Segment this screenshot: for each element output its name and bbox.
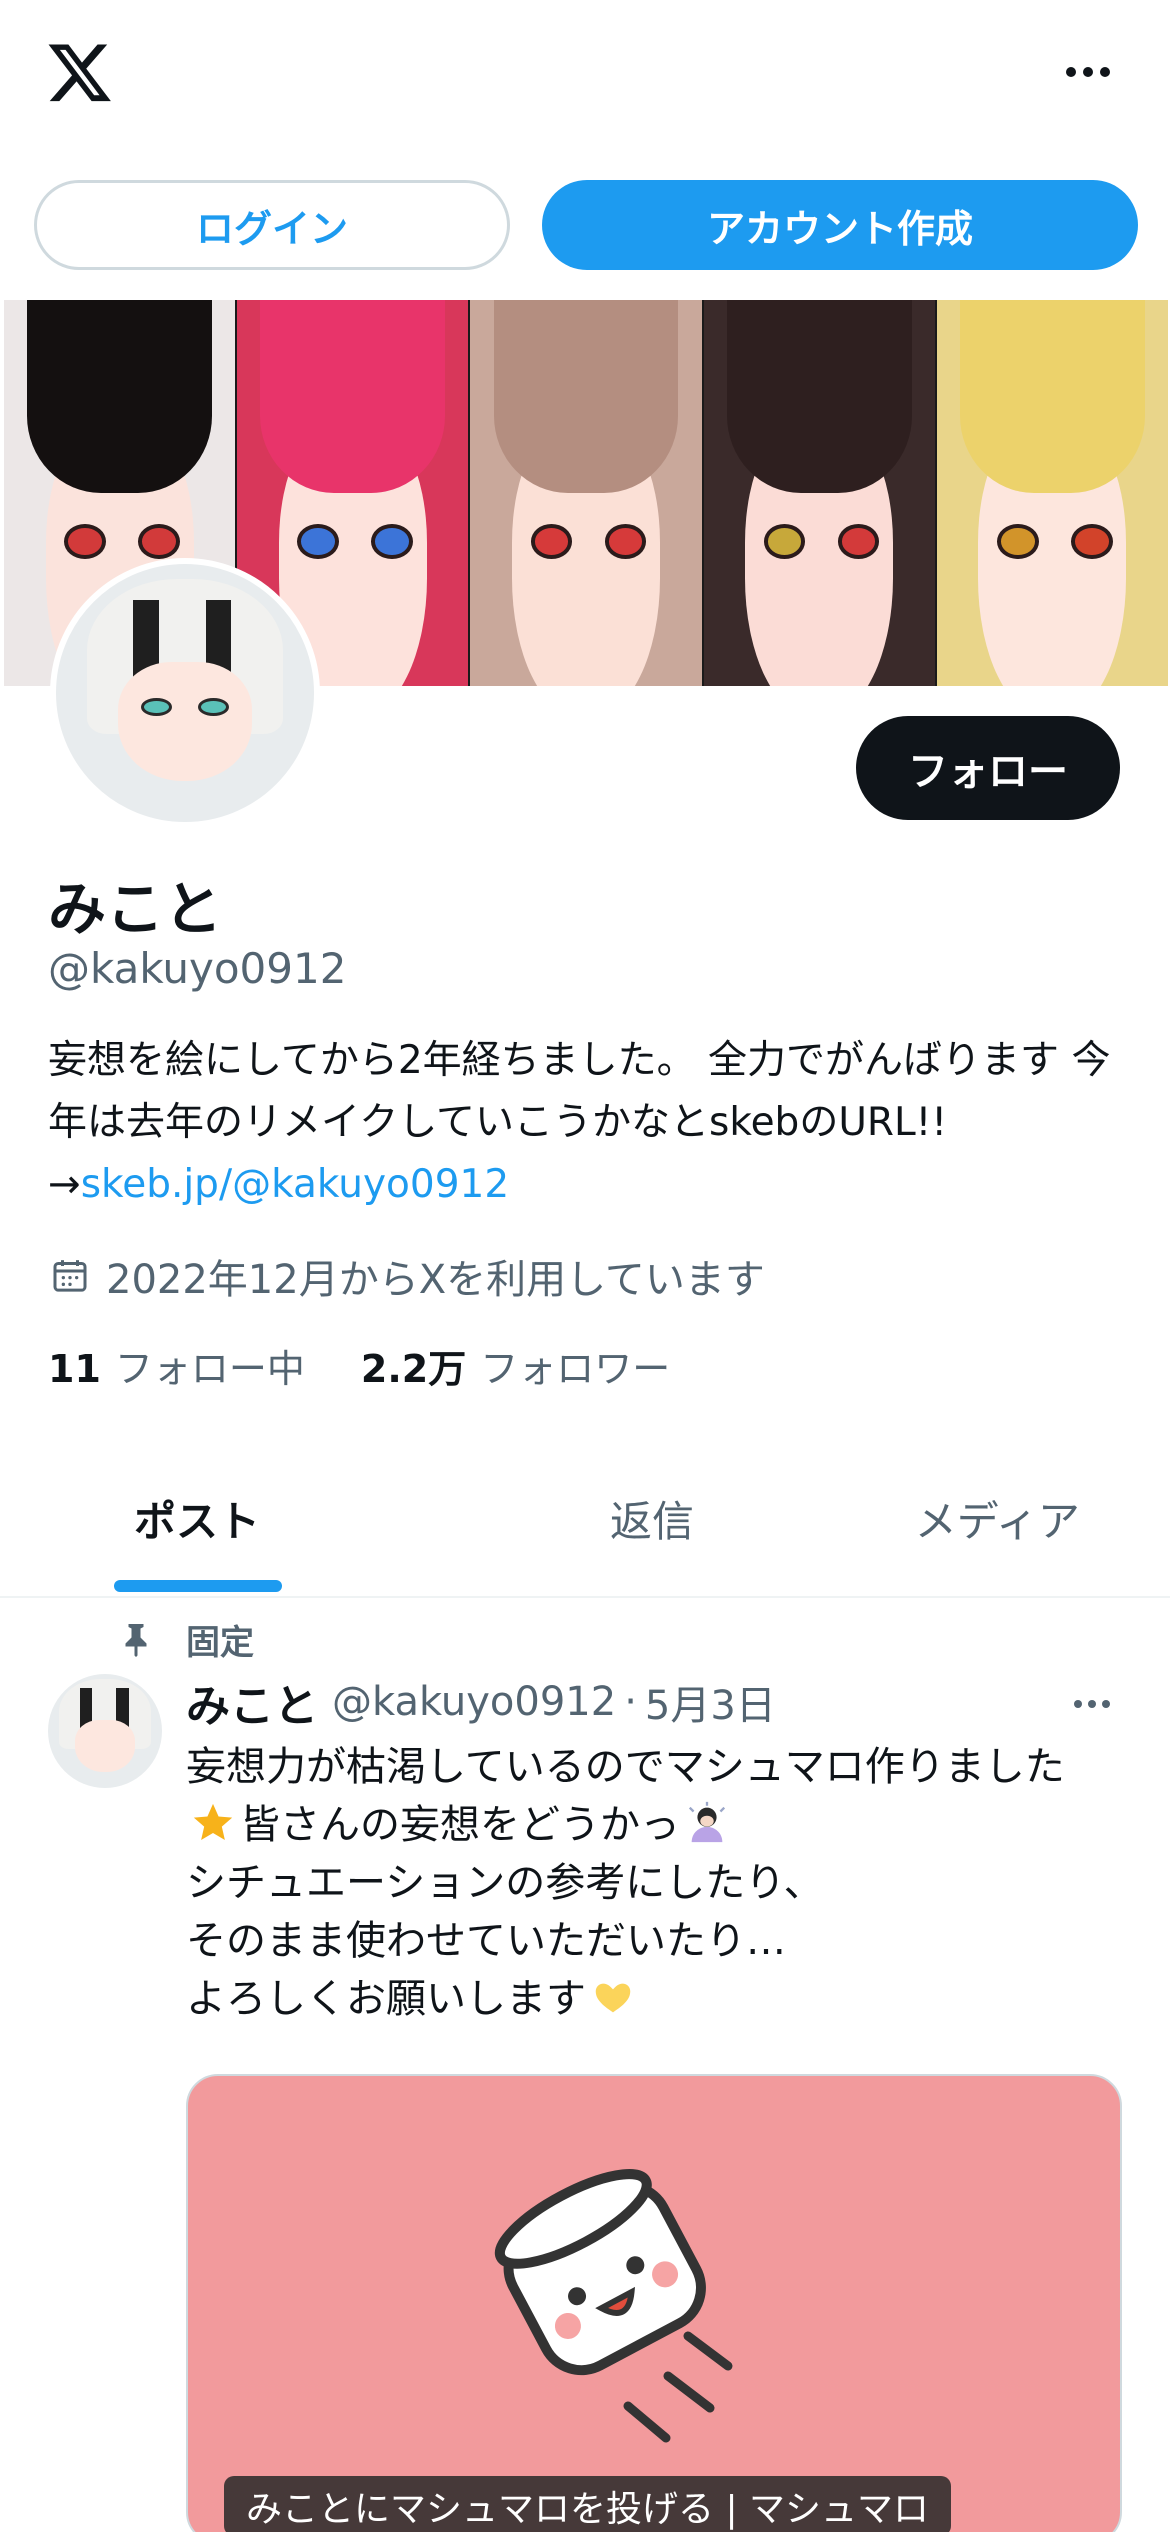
profile-avatar[interactable] bbox=[50, 558, 320, 828]
link-preview-card[interactable]: みことにマシュマロを投げる | マシュマロ bbox=[186, 2074, 1122, 2532]
more-options-button[interactable] bbox=[1058, 52, 1118, 92]
tab-media[interactable]: メディア bbox=[825, 1440, 1170, 1596]
profile-bio: 妄想を絵にしてから2年経ちました。 全力でがんばります 今年は去年のリメイクして… bbox=[48, 1030, 1128, 1216]
more-horizontal-icon bbox=[1066, 67, 1076, 77]
create-account-button[interactable]: アカウント作成 bbox=[542, 180, 1138, 270]
followers-count: 2.2万 bbox=[360, 1347, 467, 1391]
calendar-icon bbox=[53, 1260, 87, 1292]
banner-panel bbox=[470, 300, 704, 686]
marshmallow-icon bbox=[494, 2169, 733, 2443]
followers-link[interactable]: 2.2万 フォロワー bbox=[361, 1338, 670, 1393]
post-line: よろしくお願いします bbox=[186, 1970, 1136, 2028]
following-count: 11 bbox=[48, 1347, 101, 1391]
post-line-text: 皆さんの妄想をどうかっ bbox=[240, 1802, 680, 1848]
tab-replies[interactable]: 返信 bbox=[479, 1440, 824, 1596]
banner-panel bbox=[703, 300, 937, 686]
post-line-text: よろしくお願いします bbox=[186, 1976, 586, 2022]
post-separator: · bbox=[624, 1679, 637, 1725]
post-line: 皆さんの妄想をどうかっ bbox=[186, 1796, 1136, 1854]
post-author-handle[interactable]: @kakuyo0912 bbox=[332, 1679, 616, 1725]
x-logo-icon[interactable] bbox=[44, 38, 116, 106]
post-more-button[interactable] bbox=[1074, 1692, 1122, 1716]
bio-text: 妄想を絵にしてから2年経ちました。 全力でがんばります 今年は去年のリメイクして… bbox=[48, 1038, 1111, 1145]
display-name: みこと bbox=[48, 875, 223, 943]
more-horizontal-icon bbox=[1074, 1700, 1082, 1708]
following-label: フォロー中 bbox=[114, 1347, 305, 1391]
pinned-text: 固定 bbox=[186, 1622, 254, 1663]
top-bar bbox=[0, 0, 1170, 150]
post-author-avatar[interactable] bbox=[48, 1674, 162, 1788]
followers-label: フォロワー bbox=[480, 1347, 671, 1391]
post-text: 妄想力が枯渇しているのでマシュマロ作りました 皆さんの妄想をどうかっ シチュエー… bbox=[186, 1738, 1136, 2028]
follow-stats: 11 フォロー中 2.2万 フォロワー bbox=[48, 1338, 670, 1393]
glowing-star-icon bbox=[193, 1803, 233, 1841]
following-link[interactable]: 11 フォロー中 bbox=[48, 1338, 305, 1393]
login-button[interactable]: ログイン bbox=[34, 180, 510, 270]
pinned-label: 固定 bbox=[118, 1614, 254, 1664]
join-date-text: 2022年12月からXを利用しています bbox=[106, 1257, 765, 1303]
post-line: シチュエーションの参考にしたり、 bbox=[186, 1860, 824, 1906]
follow-button[interactable]: フォロー bbox=[856, 716, 1120, 820]
card-caption: みことにマシュマロを投げる | マシュマロ bbox=[224, 2476, 952, 2532]
active-tab-indicator bbox=[114, 1580, 282, 1592]
heart-hands-icon bbox=[595, 1983, 631, 2013]
pin-icon bbox=[125, 1624, 147, 1657]
profile-tabs: ポスト 返信 メディア bbox=[0, 1440, 1170, 1598]
post-line: 妄想力が枯渇しているのでマシュマロ作りました bbox=[186, 1744, 1065, 1790]
post-line: そのまま使わせていただいたり… bbox=[186, 1918, 786, 1964]
banner-panel bbox=[936, 300, 1169, 686]
bio-link[interactable]: skeb.jp/@kakuyo0912 bbox=[81, 1162, 510, 1207]
person-bowing-icon bbox=[688, 1801, 726, 1843]
join-date: 2022年12月からXを利用しています bbox=[50, 1248, 765, 1304]
post-date[interactable]: 5月3日 bbox=[645, 1673, 776, 1731]
bio-arrow: → bbox=[48, 1162, 81, 1207]
post-author-name[interactable]: みこと bbox=[186, 1670, 318, 1734]
post-header: みこと @kakuyo0912 · 5月3日 bbox=[186, 1672, 776, 1732]
user-handle: @kakuyo0912 bbox=[48, 944, 347, 993]
tab-posts[interactable]: ポスト bbox=[0, 1440, 479, 1596]
